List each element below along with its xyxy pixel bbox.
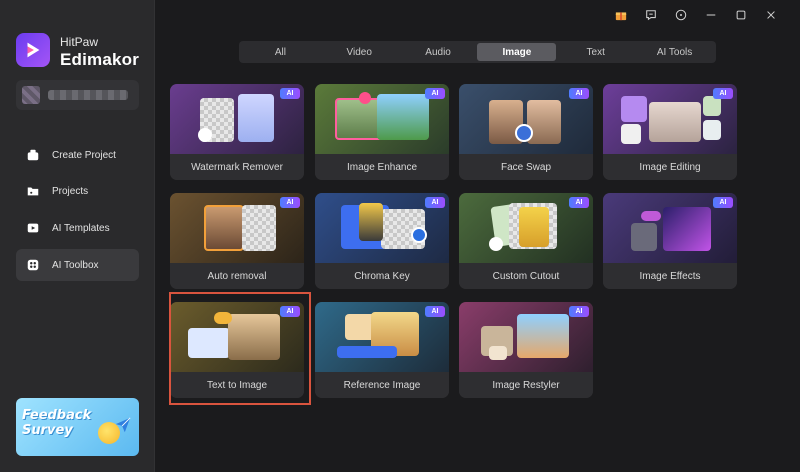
close-icon — [767, 11, 775, 19]
brand-name: Edimakor — [60, 50, 140, 69]
tool-label: Watermark Remover — [170, 154, 304, 180]
tool-label: Reference Image — [315, 372, 449, 398]
create-project-icon — [26, 148, 40, 162]
tool-label: Image Enhance — [315, 154, 449, 180]
tab-image[interactable]: Image — [477, 43, 557, 61]
ai-badge: AI — [280, 88, 300, 99]
info-button[interactable] — [666, 6, 696, 24]
toolbox-icon — [26, 258, 40, 272]
feedback-banner-text: Feedback Survey — [22, 408, 92, 438]
title-bar-controls — [606, 6, 786, 24]
tool-label: Image Effects — [603, 263, 737, 289]
sidebar-item-ai-toolbox[interactable]: AI Toolbox — [16, 249, 139, 281]
sidebar-item-ai-templates[interactable]: AI Templates — [16, 212, 139, 244]
ai-badge: AI — [425, 88, 445, 99]
paper-plane-icon — [115, 417, 131, 433]
brand-name-small: HitPaw — [60, 35, 99, 49]
ai-badge: AI — [280, 197, 300, 208]
tool-label: Chroma Key — [315, 263, 449, 289]
ai-badge: AI — [425, 306, 445, 317]
tool-card-image-effects[interactable]: AI Image Effects — [603, 193, 737, 289]
sidebar-item-projects[interactable]: Projects — [16, 175, 139, 207]
category-tabs: All Video Audio Image Text AI Tools — [239, 41, 716, 63]
templates-icon — [26, 221, 40, 235]
tab-ai-tools[interactable]: AI Tools — [635, 43, 714, 61]
sidebar-item-label: AI Templates — [52, 222, 110, 234]
ai-badge: AI — [569, 88, 589, 99]
sidebar-item-label: Create Project — [52, 149, 116, 161]
minimize-icon — [706, 14, 716, 16]
account-button[interactable] — [16, 80, 139, 110]
tool-label: Auto removal — [170, 263, 304, 289]
tool-card-image-editing[interactable]: AI Image Editing — [603, 84, 737, 180]
tool-label: Custom Cutout — [459, 263, 593, 289]
gift-button[interactable] — [606, 6, 636, 24]
tab-video[interactable]: Video — [320, 43, 399, 61]
tab-all[interactable]: All — [241, 43, 320, 61]
maximize-button[interactable] — [726, 6, 756, 24]
ai-badge: AI — [425, 197, 445, 208]
feedback-icon — [646, 10, 656, 21]
sidebar-item-label: AI Toolbox — [52, 259, 99, 271]
account-name-blurred — [48, 90, 128, 100]
tool-card-image-enhance[interactable]: AI Image Enhance — [315, 84, 449, 180]
tool-card-reference-image[interactable]: AI Reference Image — [315, 302, 449, 398]
close-button[interactable] — [756, 6, 786, 24]
ai-badge: AI — [569, 306, 589, 317]
tab-audio[interactable]: Audio — [399, 43, 478, 61]
tool-card-image-restyler[interactable]: AI Image Restyler — [459, 302, 593, 398]
sidebar-item-create-project[interactable]: Create Project — [16, 139, 139, 171]
tool-label: Image Restyler — [459, 372, 593, 398]
tool-card-chroma-key[interactable]: AI Chroma Key — [315, 193, 449, 289]
tool-card-auto-removal[interactable]: AI Auto removal — [170, 193, 304, 289]
sidebar-item-label: Projects — [52, 185, 89, 197]
ai-badge: AI — [569, 197, 589, 208]
tab-text[interactable]: Text — [556, 43, 635, 61]
tool-card-custom-cutout[interactable]: AI Custom Cutout — [459, 193, 593, 289]
ai-badge: AI — [713, 88, 733, 99]
logo-icon — [27, 42, 40, 58]
gift-icon — [615, 12, 627, 21]
tool-label: Face Swap — [459, 154, 593, 180]
feedback-button[interactable] — [636, 6, 666, 24]
feedback-survey-banner[interactable]: Feedback Survey — [16, 398, 139, 456]
app-window: HitPaw Edimakor Create Project Projects … — [0, 0, 800, 472]
selection-highlight — [169, 292, 311, 405]
minimize-button[interactable] — [696, 6, 726, 24]
folder-icon — [26, 184, 40, 198]
tool-card-watermark-remover[interactable]: AI Watermark Remover — [170, 84, 304, 180]
avatar — [22, 86, 40, 104]
info-icon — [675, 9, 687, 21]
tool-card-face-swap[interactable]: AI Face Swap — [459, 84, 593, 180]
maximize-icon — [736, 10, 746, 20]
ai-badge: AI — [713, 197, 733, 208]
sidebar: HitPaw Edimakor Create Project Projects … — [0, 0, 155, 472]
tool-label: Image Editing — [603, 154, 737, 180]
app-logo — [16, 33, 50, 67]
